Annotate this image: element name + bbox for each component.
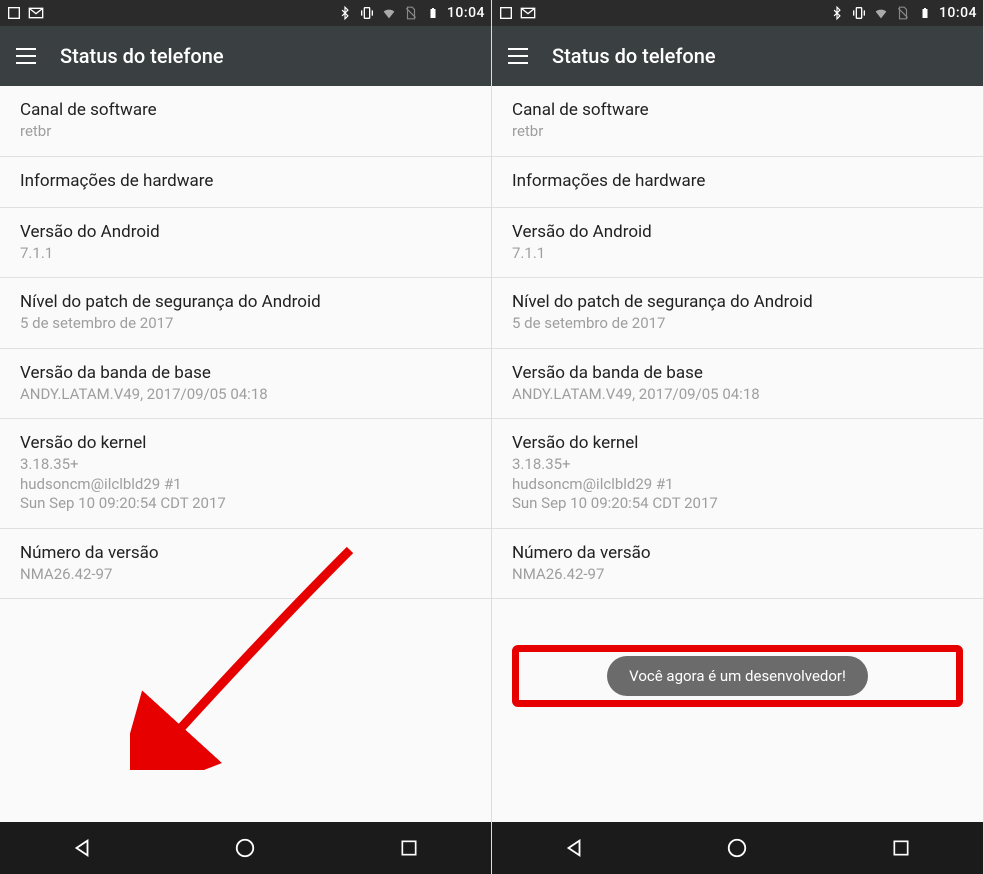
row-hardware-info[interactable]: Informações de hardware: [492, 157, 983, 208]
gmail-icon: [520, 5, 536, 21]
row-title: Versão do kernel: [20, 433, 471, 453]
row-kernel[interactable]: Versão do kernel 3.18.35+ hudsoncm@ilclb…: [492, 419, 983, 529]
wifi-icon: [381, 5, 397, 21]
row-sub: 5 de setembro de 2017: [20, 314, 471, 334]
row-title: Nível do patch de segurança do Android: [512, 292, 963, 312]
no-sim-icon: [403, 5, 419, 21]
row-android-version[interactable]: Versão do Android 7.1.1: [0, 208, 491, 279]
row-sub: NMA26.42-97: [20, 565, 471, 585]
row-sub: 3.18.35+ hudsoncm@ilclbld29 #1 Sun Sep 1…: [20, 455, 471, 514]
row-title: Informações de hardware: [512, 171, 963, 191]
status-bar: 10:04: [492, 0, 983, 26]
status-right: 10:04: [829, 5, 977, 21]
vibrate-icon: [359, 5, 375, 21]
status-time: 10:04: [939, 5, 977, 21]
battery-icon: [425, 5, 441, 21]
row-software-channel[interactable]: Canal de software retbr: [0, 86, 491, 157]
status-right: 10:04: [337, 5, 485, 21]
home-button[interactable]: [724, 835, 750, 861]
row-security-patch[interactable]: Nível do patch de segurança do Android 5…: [0, 278, 491, 349]
vibrate-icon: [851, 5, 867, 21]
row-title: Versão do Android: [512, 222, 963, 242]
row-baseband[interactable]: Versão da banda de base ANDY.LATAM.V49, …: [492, 349, 983, 420]
row-title: Versão do Android: [20, 222, 471, 242]
row-sub: retbr: [512, 122, 963, 142]
row-sub: ANDY.LATAM.V49, 2017/09/05 04:18: [512, 385, 963, 405]
nav-bar: [0, 822, 491, 874]
phone-right: 10:04 Status do telefone Canal de softwa…: [492, 0, 984, 874]
menu-icon[interactable]: [508, 48, 528, 64]
app-bar: Status do telefone: [492, 26, 983, 86]
phone-left: 10:04 Status do telefone Canal de softwa…: [0, 0, 492, 874]
row-software-channel[interactable]: Canal de software retbr: [492, 86, 983, 157]
bluetooth-icon: [829, 5, 845, 21]
row-sub: ANDY.LATAM.V49, 2017/09/05 04:18: [20, 385, 471, 405]
row-kernel[interactable]: Versão do kernel 3.18.35+ hudsoncm@ilclb…: [0, 419, 491, 529]
row-sub: NMA26.42-97: [512, 565, 963, 585]
no-sim-icon: [895, 5, 911, 21]
row-build-number[interactable]: Número da versão NMA26.42-97: [492, 529, 983, 600]
row-baseband[interactable]: Versão da banda de base ANDY.LATAM.V49, …: [0, 349, 491, 420]
row-title: Número da versão: [20, 543, 471, 563]
wifi-icon: [873, 5, 889, 21]
status-bar: 10:04: [0, 0, 491, 26]
row-title: Canal de software: [512, 100, 963, 120]
back-button[interactable]: [561, 835, 587, 861]
row-sub: 5 de setembro de 2017: [512, 314, 963, 334]
gmail-icon: [28, 5, 44, 21]
row-title: Canal de software: [20, 100, 471, 120]
row-title: Nível do patch de segurança do Android: [20, 292, 471, 312]
page-title: Status do telefone: [552, 44, 716, 68]
row-android-version[interactable]: Versão do Android 7.1.1: [492, 208, 983, 279]
page-title: Status do telefone: [60, 44, 224, 68]
row-title: Versão do kernel: [512, 433, 963, 453]
home-button[interactable]: [232, 835, 258, 861]
bluetooth-icon: [337, 5, 353, 21]
nav-bar: [492, 822, 983, 874]
recent-apps-button[interactable]: [396, 835, 422, 861]
row-sub: 7.1.1: [512, 244, 963, 264]
status-left: [6, 5, 44, 21]
row-security-patch[interactable]: Nível do patch de segurança do Android 5…: [492, 278, 983, 349]
settings-list: Canal de software retbr Informações de h…: [0, 86, 491, 822]
row-title: Informações de hardware: [20, 171, 471, 191]
row-title: Número da versão: [512, 543, 963, 563]
row-sub: 3.18.35+ hudsoncm@ilclbld29 #1 Sun Sep 1…: [512, 455, 963, 514]
status-left: [498, 5, 536, 21]
screenshot-icon: [498, 5, 514, 21]
row-sub: 7.1.1: [20, 244, 471, 264]
status-time: 10:04: [447, 5, 485, 21]
row-sub: retbr: [20, 122, 471, 142]
row-title: Versão da banda de base: [512, 363, 963, 383]
battery-icon: [917, 5, 933, 21]
row-hardware-info[interactable]: Informações de hardware: [0, 157, 491, 208]
settings-list: Canal de software retbr Informações de h…: [492, 86, 983, 822]
menu-icon[interactable]: [16, 48, 36, 64]
back-button[interactable]: [69, 835, 95, 861]
screenshot-icon: [6, 5, 22, 21]
row-title: Versão da banda de base: [20, 363, 471, 383]
row-build-number[interactable]: Número da versão NMA26.42-97: [0, 529, 491, 600]
recent-apps-button[interactable]: [888, 835, 914, 861]
app-bar: Status do telefone: [0, 26, 491, 86]
